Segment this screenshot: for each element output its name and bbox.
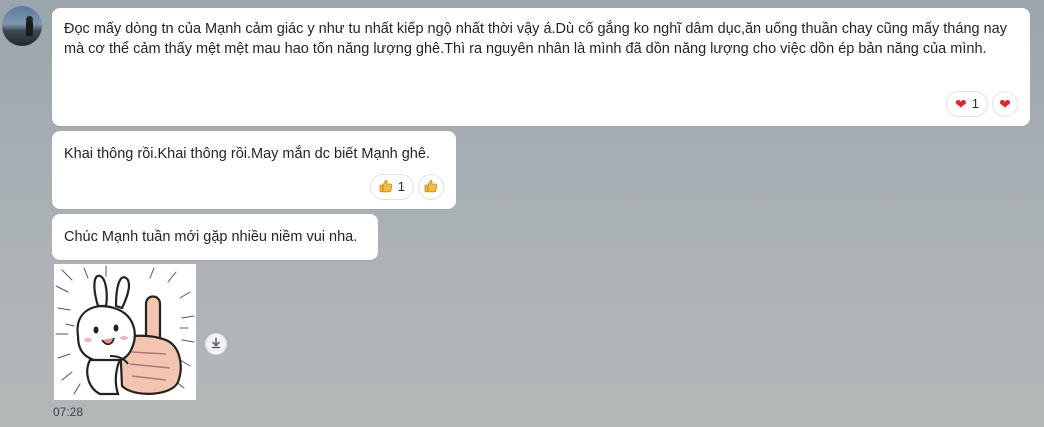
message-text: Chúc Mạnh tuần mới gặp nhiều niềm vui nh… — [64, 229, 358, 245]
sender-avatar[interactable] — [2, 6, 42, 46]
message-bubble[interactable]: Chúc Mạnh tuần mới gặp nhiều niềm vui nh… — [52, 214, 378, 260]
heart-icon: ❤ — [955, 96, 967, 112]
avatar-figure-body — [26, 20, 33, 36]
message-timestamp: 07:28 — [53, 405, 84, 419]
message-bubble[interactable]: Khai thông rồi.Khai thông rồi.May mắn dc… — [52, 131, 456, 209]
reaction-bar: 1 — [369, 174, 444, 200]
message-text: Đọc mấy dòng tn của Mạnh cảm giác y như … — [64, 21, 1007, 57]
message-text: Khai thông rồi.Khai thông rồi.May mắn dc… — [64, 146, 430, 162]
thumbs-up-icon — [424, 179, 438, 195]
reaction-count: 1 — [397, 179, 405, 194]
heart-icon: ❤ — [999, 96, 1011, 112]
download-button[interactable] — [205, 333, 227, 355]
message-bubble[interactable]: Đọc mấy dòng tn của Mạnh cảm giác y như … — [52, 8, 1030, 126]
download-icon — [210, 337, 222, 352]
thumbs-up-icon — [379, 179, 393, 195]
reaction-count: 1 — [971, 96, 979, 111]
rabbit-thumbs-up-sticker[interactable] — [54, 264, 196, 400]
reaction-count-pill[interactable]: ❤ 1 — [946, 91, 988, 117]
add-reaction-button[interactable] — [418, 174, 444, 200]
reaction-count-pill[interactable]: 1 — [369, 174, 414, 200]
add-reaction-button[interactable]: ❤ — [992, 91, 1018, 117]
reaction-bar: ❤ 1 ❤ — [946, 91, 1018, 117]
